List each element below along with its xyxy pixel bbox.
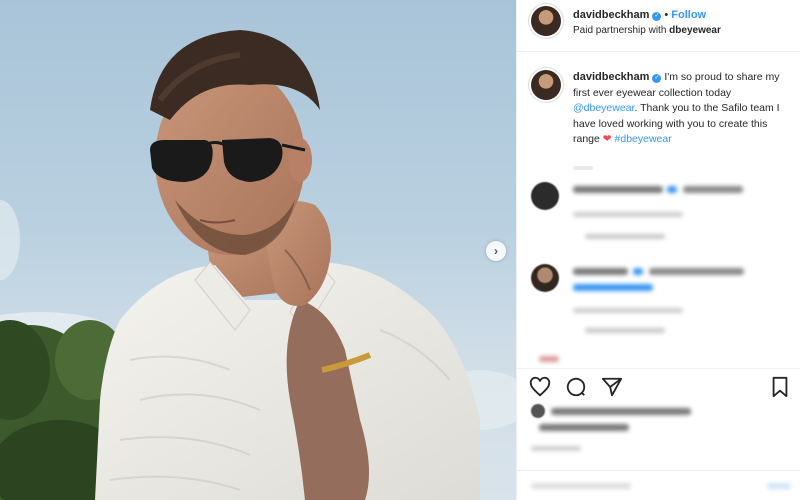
comment-text-blurred xyxy=(649,268,744,275)
comment-mention-blurred xyxy=(573,284,653,291)
caption-mention[interactable]: @dbeyewear xyxy=(573,102,634,114)
liker-avatar[interactable] xyxy=(531,404,545,418)
post-photo[interactable]: › xyxy=(0,0,516,500)
comment-text-blurred xyxy=(573,186,663,193)
comment-partial-blurred xyxy=(539,356,559,362)
likes-count-blurred[interactable] xyxy=(539,424,629,431)
actions-divider xyxy=(517,368,800,369)
partnership-prefix: Paid partnership with xyxy=(573,25,670,36)
verified-badge-icon: ✓ xyxy=(652,12,662,21)
paid-partnership-line: Paid partnership with dbeyewear xyxy=(573,25,721,36)
caption-text: davidbeckham ✓ I'm so proud to share my f… xyxy=(573,70,793,148)
post-actions-bar xyxy=(517,372,800,400)
commenter-avatar[interactable] xyxy=(531,182,559,210)
verified-badge-icon xyxy=(667,186,677,193)
liked-by-blurred[interactable] xyxy=(551,408,691,415)
add-comment-input-blurred[interactable] xyxy=(531,483,631,489)
paper-plane-icon[interactable] xyxy=(601,376,623,398)
post-comment-button-blurred[interactable] xyxy=(767,483,791,489)
post-header: davidbeckham ✓ • Follow Paid partnership wi… xyxy=(517,0,800,52)
comment-text-blurred xyxy=(683,186,743,193)
separator-dot: • xyxy=(664,9,669,21)
post-side-panel: davidbeckham ✓ • Follow Paid partnership wi… xyxy=(516,0,800,500)
caption-hashtag[interactable]: #dbeyewear xyxy=(612,133,672,145)
caption-author-avatar[interactable] xyxy=(531,70,561,100)
post-date-blurred xyxy=(531,446,581,451)
chevron-right-icon: › xyxy=(494,244,498,258)
view-replies-blurred[interactable] xyxy=(585,328,665,333)
author-avatar[interactable] xyxy=(531,6,561,36)
heart-emoji-icon: ❤ xyxy=(602,133,612,145)
author-username[interactable]: davidbeckham xyxy=(573,9,649,21)
comment-meta-blurred xyxy=(573,308,683,313)
comment-text-blurred xyxy=(573,268,628,275)
caption-username[interactable]: davidbeckham xyxy=(573,71,649,83)
comment-input-divider xyxy=(517,470,800,471)
partner-link[interactable]: dbeyewear xyxy=(669,25,721,36)
carousel-next-button[interactable]: › xyxy=(486,241,506,261)
commenter-avatar[interactable] xyxy=(531,264,559,292)
comment-bubble-icon[interactable] xyxy=(565,376,587,398)
header-username-row: davidbeckham ✓ • Follow xyxy=(573,9,706,21)
caption-timestamp-blurred xyxy=(573,166,593,170)
photo-illustration xyxy=(0,30,516,500)
heart-icon[interactable] xyxy=(529,376,551,398)
view-replies-blurred[interactable] xyxy=(585,234,665,239)
comment-meta-blurred xyxy=(573,212,683,217)
verified-badge-icon xyxy=(633,268,643,275)
bookmark-icon[interactable] xyxy=(769,376,791,398)
follow-button[interactable]: Follow xyxy=(671,9,706,21)
